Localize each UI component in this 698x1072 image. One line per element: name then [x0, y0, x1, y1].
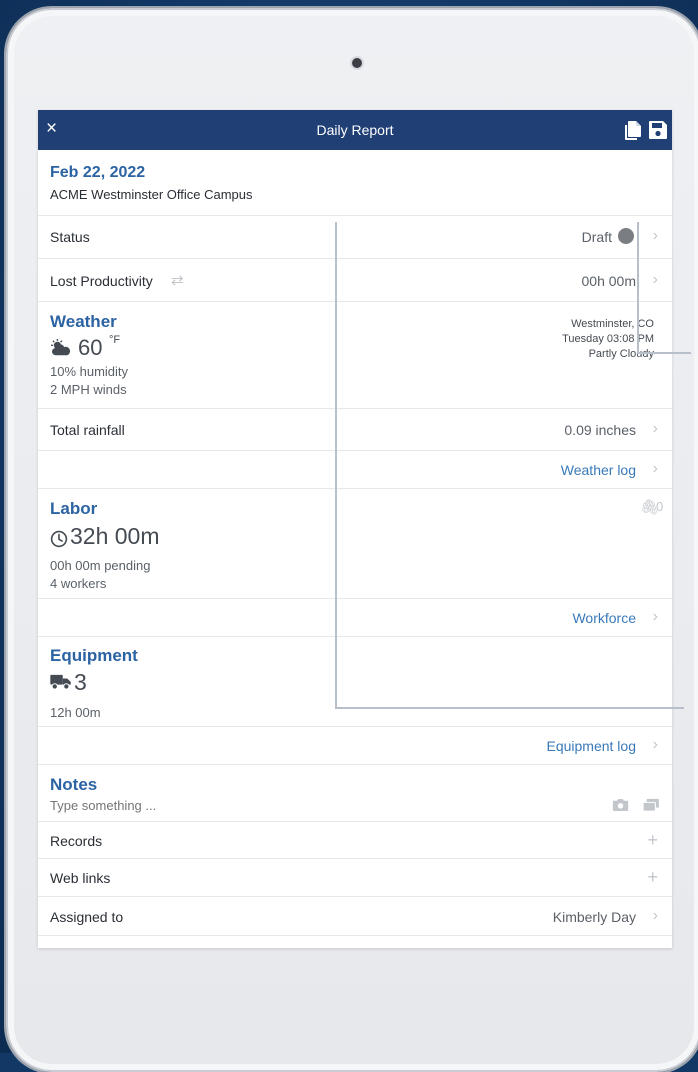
- swap-icon: ⇄: [171, 272, 184, 289]
- chevron-right-icon: ›: [652, 271, 658, 288]
- gallery-icon[interactable]: [642, 798, 660, 812]
- records-row[interactable]: Records +: [38, 822, 672, 859]
- weather-time: Tuesday 03:08 PM: [562, 333, 654, 345]
- callout-line-left: [335, 222, 337, 709]
- chevron-right-icon: ›: [652, 907, 658, 924]
- camera-icon[interactable]: [612, 798, 629, 812]
- labor-title: Labor: [50, 499, 98, 518]
- chevron-right-icon: ›: [652, 420, 658, 437]
- callout-line-top: [637, 222, 639, 354]
- weather-location: Westminster, CO: [571, 318, 654, 330]
- equipment-count: 3: [74, 669, 87, 695]
- status-value: Draft: [581, 229, 612, 245]
- equipment-hours: 12h 00m: [50, 705, 101, 720]
- attachment-count: 0: [656, 499, 664, 514]
- clock-icon: [50, 530, 68, 548]
- chevron-right-icon: ›: [652, 736, 658, 753]
- lost-productivity-value: 00h 00m: [581, 273, 636, 289]
- labor-hours: 32h 00m: [70, 523, 160, 549]
- weather-log-row[interactable]: Weather log ›: [38, 451, 672, 489]
- report-date: Feb 22, 2022: [50, 164, 146, 181]
- chevron-right-icon: ›: [652, 460, 658, 477]
- add-icon[interactable]: +: [647, 867, 658, 888]
- temperature-unit: °F: [109, 334, 121, 346]
- camera-icon: [352, 58, 362, 68]
- equipment-log-row[interactable]: Equipment log ›: [38, 727, 672, 765]
- equipment-title: Equipment: [50, 646, 138, 665]
- chevron-right-icon: ›: [652, 227, 658, 244]
- project-name: ACME Westminster Office Campus: [50, 187, 253, 202]
- truck-icon: [50, 674, 71, 690]
- app-screen: × Daily Report Feb 22, 2022 ACME Westmin…: [38, 110, 672, 948]
- add-icon[interactable]: +: [647, 830, 658, 851]
- chevron-right-icon: ›: [652, 608, 658, 625]
- page-title: Daily Report: [316, 122, 394, 138]
- weather-title: Weather: [50, 312, 117, 331]
- weather-log-link[interactable]: Weather log: [561, 462, 636, 478]
- status-dot-icon: [618, 228, 634, 244]
- copy-icon[interactable]: [624, 120, 642, 140]
- labor-workers: 4 workers: [50, 576, 107, 591]
- records-label: Records: [50, 833, 103, 849]
- assigned-value: Kimberly Day: [552, 909, 636, 925]
- humidity-text: 10% humidity: [50, 364, 129, 379]
- rainfall-row[interactable]: Total rainfall 0.09 inches ›: [38, 409, 672, 451]
- lost-productivity-row[interactable]: Lost Productivity ⇄ 00h 00m ›: [38, 259, 672, 302]
- callout-line-bottom: [335, 707, 684, 709]
- report-header: Feb 22, 2022 ACME Westminster Office Cam…: [38, 150, 672, 216]
- callout-line-mid: [637, 352, 691, 354]
- save-icon[interactable]: [648, 120, 668, 140]
- top-bar: × Daily Report: [38, 110, 672, 150]
- notes-title: Notes: [50, 775, 98, 794]
- equipment-log-link[interactable]: Equipment log: [546, 738, 636, 754]
- weather-section: Weather 60 °F 10% humidity 2 MPH winds W…: [38, 302, 672, 409]
- temperature-value: 60: [78, 335, 103, 360]
- wind-text: 2 MPH winds: [50, 382, 127, 397]
- weather-condition: Partly Cloudy: [588, 348, 654, 360]
- status-label: Status: [50, 229, 90, 245]
- rainfall-label: Total rainfall: [50, 422, 125, 438]
- status-row[interactable]: Status Draft ›: [38, 216, 672, 259]
- workforce-link[interactable]: Workforce: [572, 610, 636, 626]
- lost-productivity-label: Lost Productivity: [50, 273, 153, 289]
- workforce-row[interactable]: Workforce ›: [38, 599, 672, 637]
- equipment-section: Equipment 3 12h 00m: [38, 637, 672, 727]
- web-links-label: Web links: [50, 870, 111, 886]
- assigned-label: Assigned to: [50, 909, 124, 925]
- notes-input[interactable]: [50, 796, 570, 814]
- partly-cloudy-icon: [51, 339, 71, 356]
- web-links-row[interactable]: Web links +: [38, 859, 672, 897]
- labor-pending: 00h 00m pending: [50, 558, 151, 573]
- assigned-row[interactable]: Assigned to Kimberly Day ›: [38, 897, 672, 936]
- labor-section: Labor 🖇 0 32h 00m 00h 00m pending 4 work…: [38, 489, 672, 599]
- notes-section: Notes: [38, 765, 672, 822]
- rainfall-value: 0.09 inches: [564, 422, 636, 438]
